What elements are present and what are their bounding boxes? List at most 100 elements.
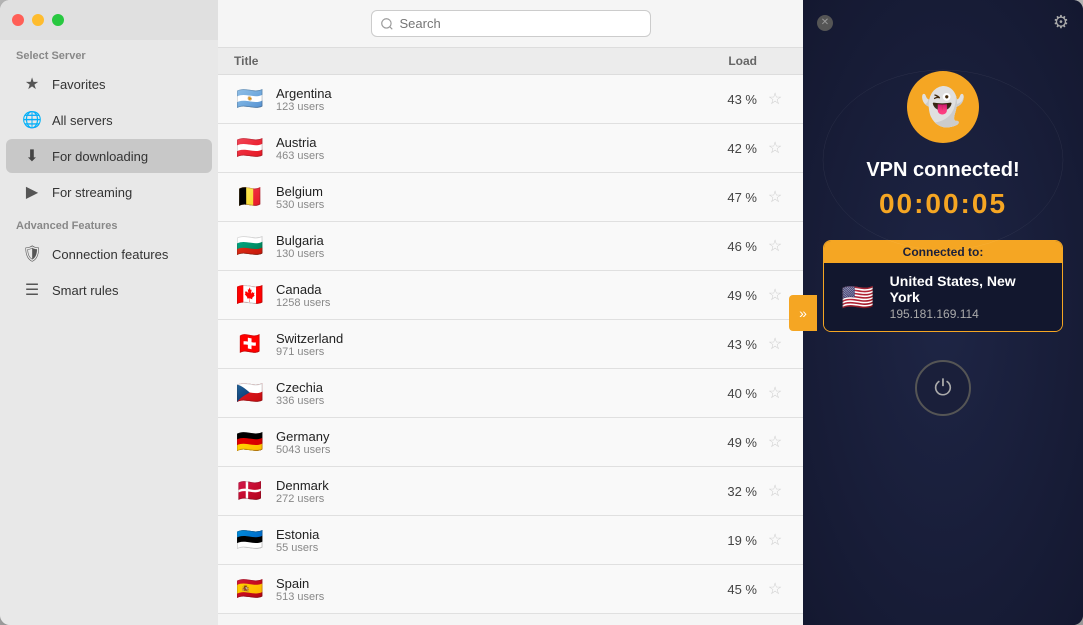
- server-info: Belgium 530 users: [276, 184, 697, 211]
- server-info: Spain 513 users: [276, 576, 697, 603]
- sidebar-item-favorites[interactable]: ★ Favorites: [6, 67, 212, 101]
- sidebar-item-label: For downloading: [52, 149, 148, 164]
- favorite-star-button[interactable]: ☆: [763, 579, 787, 599]
- power-button[interactable]: ⏻: [915, 360, 971, 416]
- search-input[interactable]: [371, 10, 651, 37]
- server-flag: 🇪🇸: [234, 573, 266, 605]
- panel-close-button[interactable]: ✕: [817, 15, 833, 31]
- favorite-star-button[interactable]: ☆: [763, 432, 787, 452]
- sidebar-item-connection-features[interactable]: 🛡 Connection features: [6, 237, 212, 271]
- globe-icon: 🌐: [22, 110, 42, 130]
- server-name: Switzerland: [276, 331, 697, 346]
- table-row[interactable]: 🇨🇿 Czechia 336 users 40 % ☆: [218, 369, 803, 418]
- server-name: Bulgaria: [276, 233, 697, 248]
- play-icon: ▶: [22, 182, 42, 202]
- sidebar-item-smart-rules[interactable]: ☰ Smart rules: [6, 273, 212, 307]
- server-users: 5043 users: [276, 444, 697, 456]
- server-load: 40 %: [697, 386, 757, 401]
- table-row[interactable]: 🇪🇸 Spain 513 users 45 % ☆: [218, 565, 803, 614]
- favorite-star-button[interactable]: ☆: [763, 383, 787, 403]
- settings-button[interactable]: ⚙: [1053, 12, 1069, 33]
- server-name: Germany: [276, 429, 697, 444]
- vpn-panel: ✕ ⚙ 👻 VPN connected! 00:00:05 Connected …: [803, 0, 1083, 625]
- server-load: 49 %: [697, 288, 757, 303]
- server-load: 49 %: [697, 435, 757, 450]
- server-flag: 🇨🇭: [234, 328, 266, 360]
- panel-topbar: ✕ ⚙: [803, 0, 1083, 41]
- sidebar-item-label: All servers: [52, 113, 113, 128]
- sidebar-item-for-downloading[interactable]: ⬇ For downloading: [6, 139, 212, 173]
- favorite-star-button[interactable]: ☆: [763, 138, 787, 158]
- collapse-panel-button[interactable]: »: [789, 295, 817, 331]
- server-info: Bulgaria 130 users: [276, 233, 697, 260]
- app-window: Select Server ★ Favorites 🌐 All servers …: [0, 0, 1083, 625]
- server-name: Canada: [276, 282, 697, 297]
- main-area: Title Load 🇦🇷 Argentina 123 users 43 % ☆…: [218, 0, 803, 625]
- server-flag: 🇦🇹: [234, 132, 266, 164]
- table-row[interactable]: 🇦🇷 Argentina 123 users 43 % ☆: [218, 75, 803, 124]
- favorite-star-button[interactable]: ☆: [763, 187, 787, 207]
- server-name: Argentina: [276, 86, 697, 101]
- server-name: Czechia: [276, 380, 697, 395]
- server-flag: 🇩🇪: [234, 426, 266, 458]
- download-icon: ⬇: [22, 146, 42, 166]
- sidebar-item-all-servers[interactable]: 🌐 All servers: [6, 103, 212, 137]
- close-window-button[interactable]: [12, 14, 24, 26]
- server-users: 55 users: [276, 542, 697, 554]
- favorite-star-button[interactable]: ☆: [763, 334, 787, 354]
- table-header: Title Load: [218, 48, 803, 75]
- server-flag: 🇧🇬: [234, 230, 266, 262]
- minimize-window-button[interactable]: [32, 14, 44, 26]
- server-load: 45 %: [697, 582, 757, 597]
- server-load: 46 %: [697, 239, 757, 254]
- server-users: 123 users: [276, 101, 697, 113]
- sidebar: Select Server ★ Favorites 🌐 All servers …: [0, 0, 218, 625]
- table-row[interactable]: 🇦🇹 Austria 463 users 42 % ☆: [218, 124, 803, 173]
- connected-server: 🇺🇸 United States, New York 195.181.169.1…: [824, 263, 1062, 331]
- favorite-star-button[interactable]: ☆: [763, 236, 787, 256]
- table-row[interactable]: 🇨🇭 Switzerland 971 users 43 % ☆: [218, 320, 803, 369]
- server-users: 336 users: [276, 395, 697, 407]
- sidebar-item-label: Connection features: [52, 247, 168, 262]
- server-users: 530 users: [276, 199, 697, 211]
- table-row[interactable]: 🇧🇬 Bulgaria 130 users 46 % ☆: [218, 222, 803, 271]
- server-info: Czechia 336 users: [276, 380, 697, 407]
- table-row[interactable]: 🇪🇪 Estonia 55 users 19 % ☆: [218, 516, 803, 565]
- maximize-window-button[interactable]: [52, 14, 64, 26]
- advanced-features-label: Advanced Features: [0, 210, 218, 236]
- server-info: Germany 5043 users: [276, 429, 697, 456]
- logo-area: 👻 VPN connected! 00:00:05: [866, 71, 1019, 220]
- vpn-status: VPN connected!: [866, 159, 1019, 182]
- connected-label: Connected to:: [824, 241, 1062, 263]
- favorite-star-button[interactable]: ☆: [763, 530, 787, 550]
- server-flag: 🇧🇪: [234, 181, 266, 213]
- close-icon: ✕: [821, 17, 829, 28]
- shield-icon: 🛡: [22, 244, 42, 264]
- server-load: 47 %: [697, 190, 757, 205]
- server-info: Switzerland 971 users: [276, 331, 697, 358]
- table-row[interactable]: 🇨🇦 Canada 1258 users 49 % ☆: [218, 271, 803, 320]
- server-list: 🇦🇷 Argentina 123 users 43 % ☆ 🇦🇹 Austria…: [218, 75, 803, 625]
- server-ip: 195.181.169.114: [890, 307, 1048, 321]
- server-flag: 🇨🇦: [234, 279, 266, 311]
- server-info: Estonia 55 users: [276, 527, 697, 554]
- gear-icon: ⚙: [1053, 12, 1069, 32]
- server-name: Denmark: [276, 478, 697, 493]
- table-row[interactable]: 🇧🇪 Belgium 530 users 47 % ☆: [218, 173, 803, 222]
- favorite-star-button[interactable]: ☆: [763, 285, 787, 305]
- server-info: Austria 463 users: [276, 135, 697, 162]
- sidebar-item-for-streaming[interactable]: ▶ For streaming: [6, 175, 212, 209]
- server-flag: 🇩🇰: [234, 475, 266, 507]
- table-row[interactable]: 🇩🇪 Germany 5043 users 49 % ☆: [218, 418, 803, 467]
- server-flag: 🇦🇷: [234, 83, 266, 115]
- server-load: 43 %: [697, 92, 757, 107]
- favorite-star-button[interactable]: ☆: [763, 89, 787, 109]
- server-name: Spain: [276, 576, 697, 591]
- table-row[interactable]: 🇩🇰 Denmark 272 users 32 % ☆: [218, 467, 803, 516]
- server-flag: 🇺🇸: [838, 277, 878, 317]
- vpn-timer: 00:00:05: [879, 188, 1007, 220]
- col-load-header: Load: [707, 54, 787, 68]
- star-icon: ★: [22, 74, 42, 94]
- favorite-star-button[interactable]: ☆: [763, 481, 787, 501]
- sidebar-item-label: Favorites: [52, 77, 105, 92]
